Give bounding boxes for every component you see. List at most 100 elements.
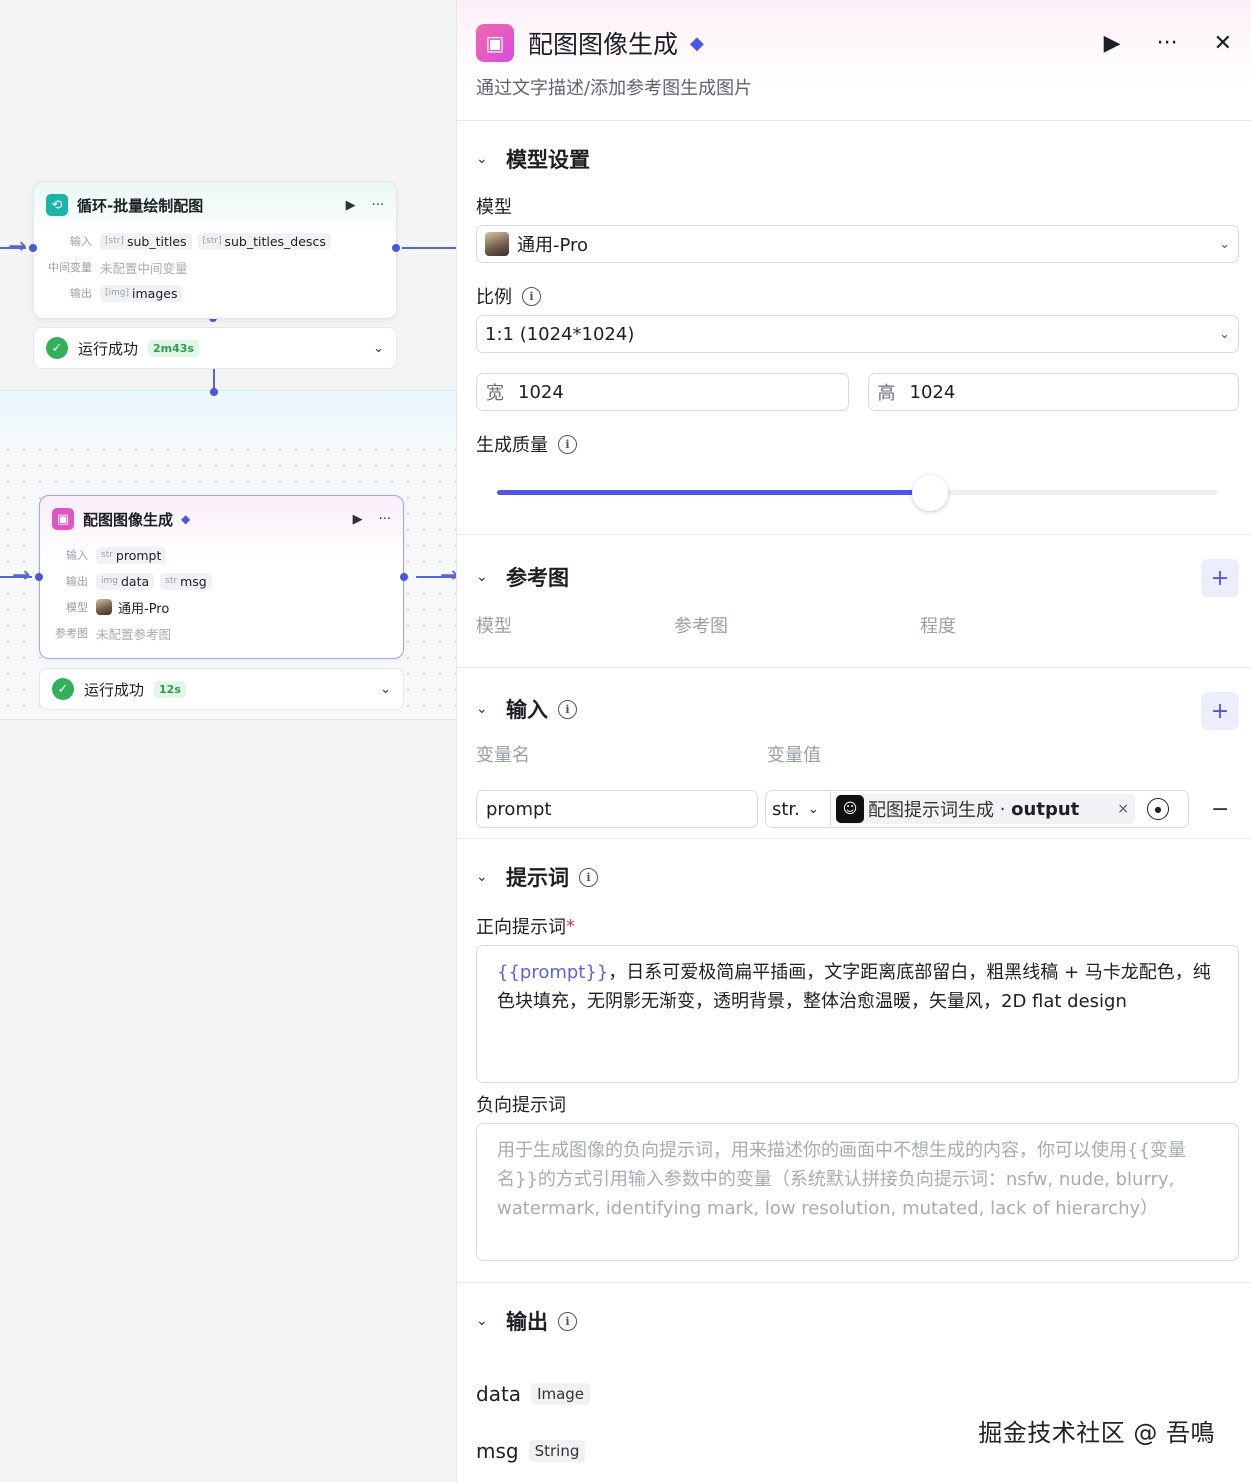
- edge-arrow-icon: →: [440, 563, 456, 588]
- chip-name: data: [120, 573, 150, 589]
- panel-description: 通过文字描述/添加参考图生成图片: [476, 78, 753, 99]
- model-label: 模型: [476, 197, 512, 218]
- positive-prompt-textarea[interactable]: {{prompt}}，日系可爱极简扁平插画，文字距离底部留白，粗黑线稿 + 马卡…: [476, 945, 1239, 1083]
- quality-label: 生成质量: [476, 435, 548, 456]
- play-icon[interactable]: ▶: [346, 198, 356, 213]
- section-title: 参考图: [506, 566, 569, 590]
- image-output-label: 输出: [66, 575, 88, 588]
- chevron-down-icon[interactable]: ⌄: [476, 1313, 506, 1329]
- panel-title: 配图图像生成: [528, 30, 679, 59]
- negative-prompt-textarea[interactable]: 用于生成图像的负向提示词，用来描述你的画面中不想生成的内容，你可以使用{{变量名…: [476, 1123, 1239, 1261]
- info-icon[interactable]: i: [558, 1311, 577, 1331]
- clear-icon[interactable]: ×: [1117, 801, 1129, 817]
- workflow-canvas[interactable]: → ⟲ 循环-批量绘制配图 ▶ ··· 输入 [str] sub_titles […: [0, 0, 456, 1482]
- quality-slider[interactable]: [476, 463, 1239, 533]
- image-input-label: 输入: [66, 549, 88, 562]
- check-icon: ✓: [52, 678, 74, 700]
- image-model-value: 通用-Pro: [118, 601, 170, 617]
- chevron-down-icon[interactable]: ⌄: [476, 151, 506, 167]
- loop-band-port[interactable]: [210, 388, 218, 396]
- quality-label-row: 生成质量 i: [476, 425, 1239, 463]
- outputs-header[interactable]: ⌄ 输出 i: [476, 1283, 1239, 1359]
- chevron-down-icon[interactable]: ⌄: [373, 341, 384, 356]
- source-node-icon: ☺: [836, 795, 864, 823]
- model-select-value: 通用-Pro: [517, 235, 589, 256]
- section-title: 提示词: [506, 866, 569, 890]
- loop-intermediate-label: 中间变量: [48, 261, 92, 274]
- column-header: 变量名: [476, 745, 530, 766]
- var-name-value: prompt: [486, 798, 552, 820]
- reference-section: ⌄ 参考图 + 模型 参考图 程度: [457, 535, 1251, 668]
- loop-output-chip: [img] images: [100, 284, 183, 302]
- chip-name: images: [132, 285, 178, 301]
- info-icon[interactable]: i: [558, 434, 577, 454]
- chip-type: [str]: [105, 236, 124, 246]
- image-ref-row: 参考图 未配置参考图: [40, 620, 403, 646]
- loop-in-port[interactable]: [29, 244, 37, 252]
- more-icon[interactable]: ···: [372, 198, 384, 213]
- add-input-button[interactable]: +: [1201, 692, 1239, 730]
- input-var-value[interactable]: str. ⌄ ☺ 配图提示词生成 · output × ●: [765, 790, 1189, 828]
- loop-header-band: [0, 390, 456, 442]
- chip-type: str: [101, 550, 113, 560]
- image-gen-node[interactable]: ▣ 配图图像生成 ◆ ▶ ··· 输入 str prompt 输出 img data…: [39, 495, 404, 659]
- var-ref-tag[interactable]: ☺ 配图提示词生成 · output ×: [836, 794, 1135, 824]
- chip-type: img: [101, 576, 118, 586]
- info-icon[interactable]: i: [558, 699, 577, 719]
- image-model-row: 模型 通用-Pro: [40, 594, 403, 620]
- height-input[interactable]: 高 1024: [867, 373, 1239, 411]
- column-header: 参考图: [674, 616, 728, 637]
- width-input[interactable]: 宽 1024: [476, 373, 849, 411]
- edge-arrow-icon: →: [12, 563, 31, 588]
- ref-source: 配图提示词生成: [868, 800, 994, 821]
- column-header: 模型: [476, 616, 512, 637]
- chevron-down-icon[interactable]: ⌄: [476, 569, 506, 585]
- negative-prompt-placeholder: 用于生成图像的负向提示词，用来描述你的画面中不想生成的内容，你可以使用{{变量名…: [497, 1140, 1186, 1219]
- type-select[interactable]: str. ⌄: [766, 791, 831, 827]
- status-text: 运行成功: [78, 339, 139, 358]
- width-value: 1024: [518, 381, 564, 403]
- prompts-header[interactable]: ⌄ 提示词 i: [476, 839, 1239, 915]
- loop-intermediate-row: 中间变量 未配置中间变量: [34, 254, 396, 280]
- input-var-name[interactable]: prompt: [476, 790, 758, 828]
- play-icon[interactable]: ▶: [353, 512, 363, 527]
- image-in-port[interactable]: [35, 573, 43, 581]
- image-out-port[interactable]: [400, 573, 408, 581]
- add-reference-button[interactable]: +: [1201, 559, 1239, 597]
- loop-node[interactable]: ⟲ 循环-批量绘制配图 ▶ ··· 输入 [str] sub_titles [st…: [33, 181, 397, 319]
- ratio-select[interactable]: 1:1 (1024*1024) ⌄: [476, 315, 1239, 353]
- reference-columns: 模型 参考图 程度: [476, 603, 1239, 647]
- slider-track[interactable]: [497, 490, 1218, 495]
- chevron-down-icon[interactable]: ⌄: [476, 869, 506, 885]
- info-icon[interactable]: i: [522, 286, 541, 306]
- chip-type: [str]: [202, 236, 222, 246]
- model-select[interactable]: 通用-Pro ⌄: [476, 225, 1239, 263]
- play-icon[interactable]: ▶: [1104, 31, 1121, 56]
- ref-separator: ·: [994, 798, 1012, 820]
- output-name: data: [476, 1381, 522, 1406]
- image-gen-icon: ▣: [476, 24, 514, 62]
- chevron-down-icon: ⌄: [807, 801, 819, 817]
- height-prefix: 高: [877, 383, 896, 404]
- model-settings-header[interactable]: ⌄ 模型设置: [476, 121, 1239, 197]
- column-header: 程度: [920, 616, 956, 637]
- status-duration: 12s: [154, 680, 186, 698]
- chip-name: msg: [180, 573, 207, 589]
- slider-handle[interactable]: [911, 475, 948, 511]
- variable-picker-icon[interactable]: ●: [1147, 798, 1169, 820]
- section-title: 模型设置: [506, 148, 590, 172]
- close-icon[interactable]: ✕: [1214, 31, 1232, 56]
- more-icon[interactable]: ···: [1157, 31, 1178, 56]
- loop-status-bar[interactable]: ✓ 运行成功 2m43s ⌄: [33, 327, 397, 369]
- info-icon[interactable]: i: [579, 867, 598, 887]
- loop-output-row: 输出 [img] images: [34, 280, 396, 306]
- more-icon[interactable]: ···: [379, 512, 391, 527]
- edge-out-loop: [402, 247, 456, 249]
- outputs-section: ⌄ 输出 i: [457, 1283, 1251, 1359]
- image-gen-icon: ▣: [52, 508, 74, 530]
- chevron-down-icon[interactable]: ⌄: [476, 701, 506, 717]
- chevron-down-icon[interactable]: ⌄: [380, 682, 391, 697]
- image-status-bar[interactable]: ✓ 运行成功 12s ⌄: [39, 668, 404, 710]
- minus-icon[interactable]: −: [1211, 797, 1229, 822]
- loop-out-port[interactable]: [392, 244, 400, 252]
